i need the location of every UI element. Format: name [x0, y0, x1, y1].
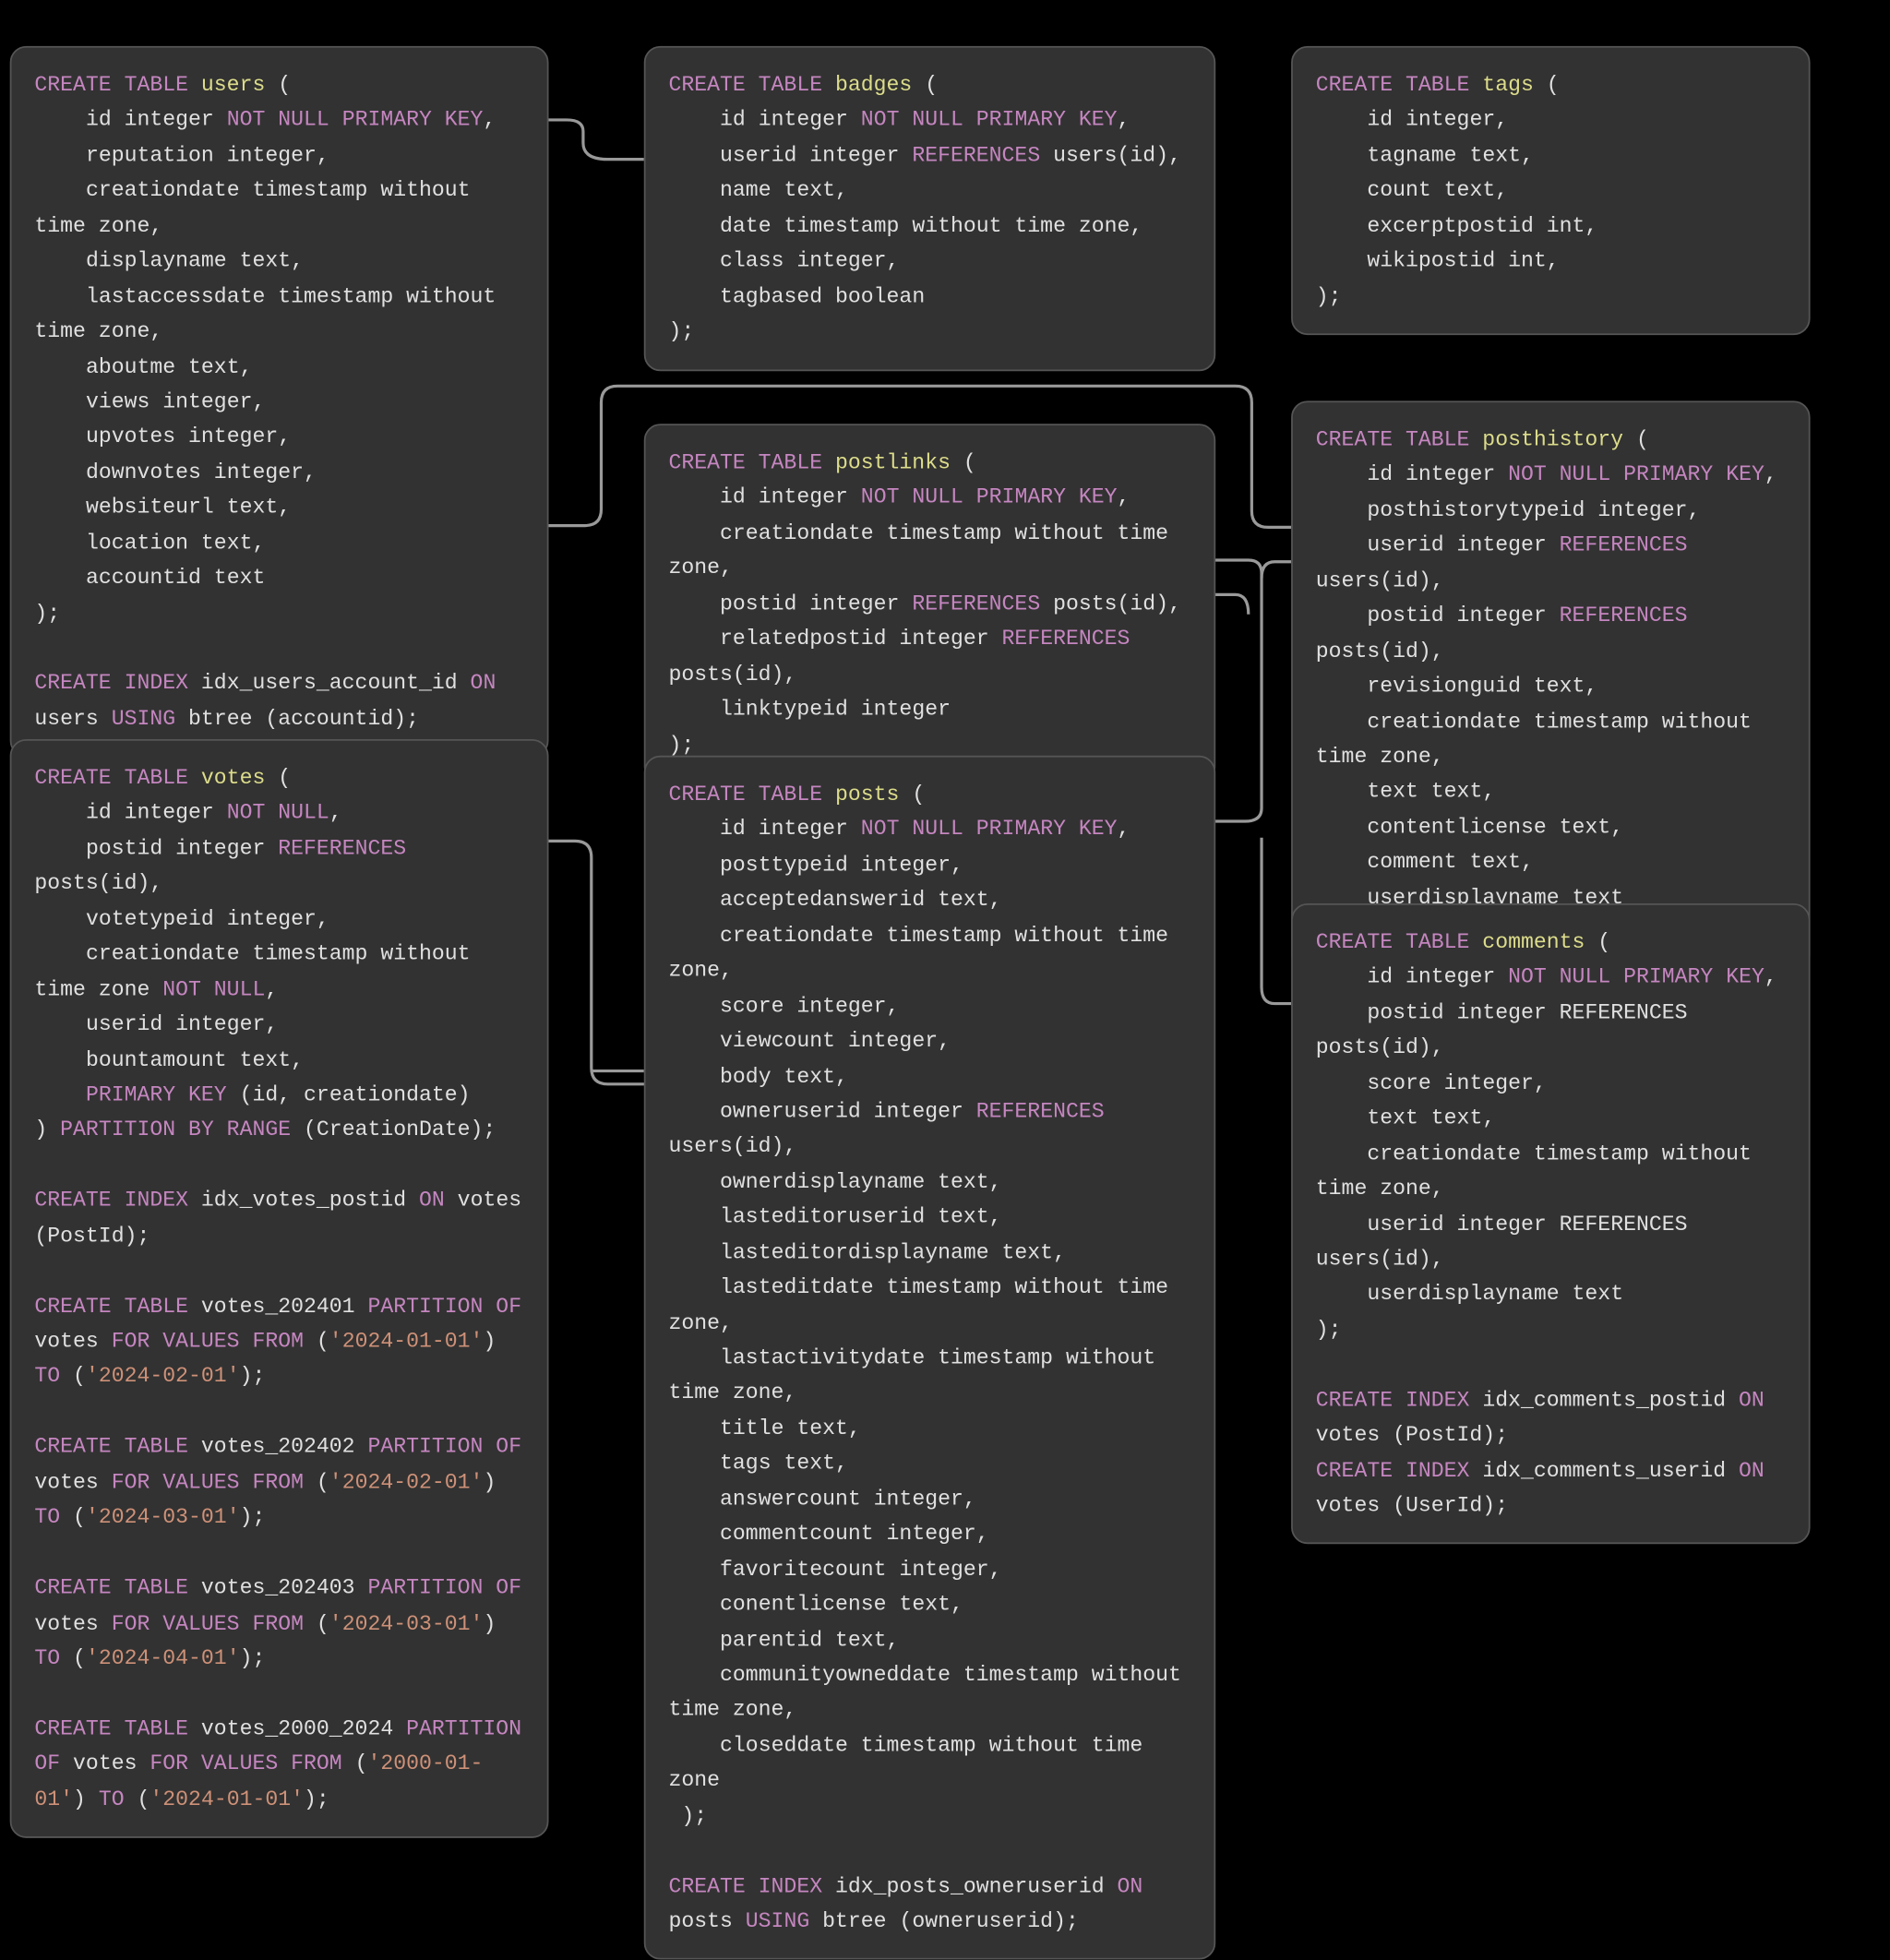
table-comments: CREATE TABLE comments ( id integer NOT N…: [1291, 903, 1810, 1545]
table-posts: CREATE TABLE posts ( id integer NOT NULL…: [644, 756, 1215, 1960]
table-posthistory: CREATE TABLE posthistory ( id integer NO…: [1291, 400, 1810, 972]
table-badges: CREATE TABLE badges ( id integer NOT NUL…: [644, 46, 1215, 371]
table-users: CREATE TABLE users ( id integer NOT NULL…: [10, 46, 549, 758]
table-votes: CREATE TABLE votes ( id integer NOT NULL…: [10, 739, 549, 1838]
table-postlinks: CREATE TABLE postlinks ( id integer NOT …: [644, 424, 1215, 783]
table-tags: CREATE TABLE tags ( id integer, tagname …: [1291, 46, 1810, 335]
